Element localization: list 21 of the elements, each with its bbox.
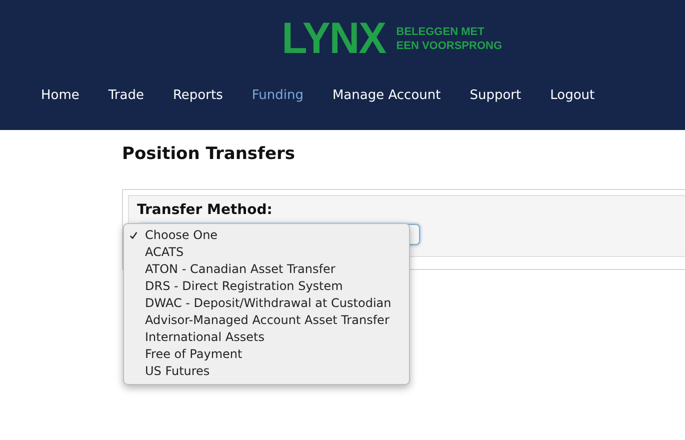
- field-label: Transfer Method:: [137, 202, 274, 218]
- nav-link[interactable]: Support: [470, 88, 522, 103]
- dropdown-option[interactable]: Free of Payment: [124, 346, 409, 363]
- nav-link[interactable]: Home: [41, 88, 80, 103]
- logo-tagline: EEN VOORSPRONG: [396, 39, 502, 53]
- dropdown-option[interactable]: DRS - Direct Registration System: [124, 278, 409, 295]
- nav-link[interactable]: Manage Account: [332, 88, 441, 103]
- page-title: Position Transfers: [122, 144, 296, 166]
- dropdown-option[interactable]: Choose One: [124, 227, 409, 244]
- nav-link[interactable]: Trade: [108, 88, 144, 103]
- dropdown-option[interactable]: DWAC - Deposit/Withdrawal at Custodian: [124, 295, 409, 312]
- dropdown-option[interactable]: International Assets: [124, 329, 409, 346]
- dropdown-option[interactable]: ACATS: [124, 244, 409, 261]
- logo-tagline: BELEGGEN MET: [396, 25, 486, 39]
- logo-wordmark: LYNX: [282, 20, 386, 58]
- nav-link[interactable]: Reports: [172, 88, 223, 103]
- dropdown-option[interactable]: US Futures: [124, 363, 409, 380]
- nav-link[interactable]: Logout: [550, 88, 595, 103]
- dropdown-option[interactable]: Advisor-Managed Account Asset Transfer: [124, 312, 409, 329]
- dropdown-option[interactable]: ATON - Canadian Asset Transfer: [124, 261, 409, 278]
- nav-link[interactable]: Funding: [252, 88, 304, 103]
